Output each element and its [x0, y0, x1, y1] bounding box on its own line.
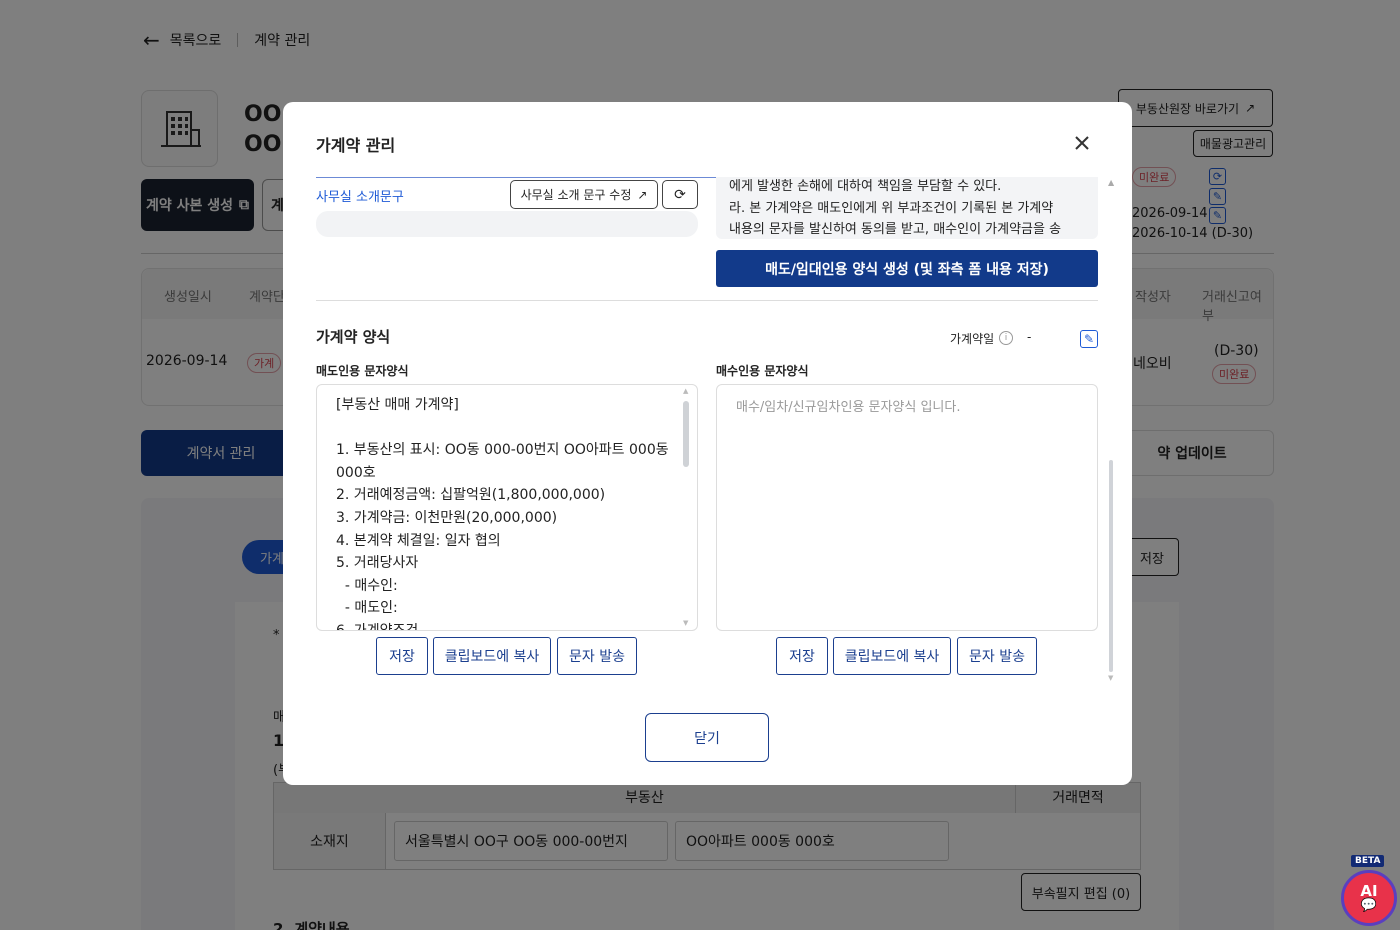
contract-date-value: - — [1027, 330, 1032, 344]
seller-save-label: 저장 — [389, 649, 415, 665]
seller-line: - 매수인: — [336, 577, 398, 594]
section-divider — [316, 300, 1098, 301]
ai-assistant-button[interactable]: AI 💬 — [1341, 870, 1397, 926]
beta-badge: BETA — [1351, 855, 1385, 867]
refresh-button[interactable]: ⟳ — [662, 180, 698, 209]
scroll-up-icon[interactable]: ▲ — [683, 387, 688, 395]
external-link-icon: ↗ — [637, 187, 648, 202]
buyer-form-label: 매수인용 문자양식 — [716, 364, 809, 378]
modal-close-label: 닫기 — [694, 730, 720, 747]
buyer-save-button[interactable]: 저장 — [776, 637, 828, 675]
office-intro-edit-button[interactable]: 사무실 소개 문구 수정 ↗ — [510, 180, 658, 209]
seller-line: 4. 본계약 체결일: 일자 협의 — [336, 532, 501, 549]
seller-copy-button[interactable]: 클립보드에 복사 — [433, 637, 551, 675]
seller-copy-label: 클립보드에 복사 — [444, 649, 540, 665]
seller-message-content: [부동산 매매 가계약] 1. 부동산의 표시: OO동 000-00번지 OO… — [336, 394, 681, 631]
office-intro-label: 사무실 소개문구 — [316, 190, 404, 205]
seller-line: - 매도인: — [336, 600, 398, 617]
buyer-copy-label: 클립보드에 복사 — [844, 649, 940, 665]
seller-form-label: 매도인용 문자양식 — [316, 364, 409, 378]
seller-line: 000호 — [336, 464, 376, 481]
seller-save-button[interactable]: 저장 — [376, 637, 428, 675]
edit-date-icon[interactable]: ✎ — [1080, 330, 1098, 348]
ai-label: AI — [1360, 882, 1378, 900]
seller-send-label: 문자 발송 — [569, 649, 625, 665]
preview-scroll-up-icon[interactable]: ▲ — [1108, 178, 1114, 187]
generate-seller-form-button[interactable]: 매도/임대인용 양식 생성 (및 좌측 폼 내용 저장) — [716, 250, 1098, 287]
provisional-contract-modal: 가계약 관리 사무실 소개문구 사무실 소개 문구 수정 ↗ ⟳ 에게 발생한 … — [283, 102, 1132, 785]
generate-seller-form-label: 매도/임대인용 양식 생성 (및 좌측 폼 내용 저장) — [765, 261, 1049, 278]
chat-bubble-icon: 💬 — [1360, 898, 1378, 913]
seller-line: 2. 거래예정금액: 십팔억원(1,800,000,000) — [336, 487, 606, 504]
modal-scrollbar-track[interactable] — [1109, 460, 1113, 672]
buyer-send-label: 문자 발송 — [969, 649, 1025, 665]
buyer-send-button[interactable]: 문자 발송 — [957, 637, 1037, 675]
scroll-down-icon[interactable]: ▼ — [683, 619, 688, 627]
preview-line: 내용의 문자를 발신하여 동의를 받고, 매수인이 가계약금을 송 — [729, 222, 1062, 237]
modal-title: 가계약 관리 — [316, 136, 396, 155]
seller-line: 3. 가계약금: 이천만원(20,000,000) — [336, 509, 558, 526]
preview-box: 에게 발생한 손해에 대하여 책임을 부담할 수 있다. 라. 본 가계약은 매… — [716, 177, 1098, 239]
section-title: 가계약 양식 — [316, 328, 391, 346]
info-icon: i — [999, 331, 1013, 345]
buyer-copy-button[interactable]: 클립보드에 복사 — [833, 637, 951, 675]
seller-line: 6. 가계약조건 — [336, 622, 419, 631]
modal-scroll-down-icon[interactable]: ▼ — [1108, 674, 1113, 682]
close-icon[interactable] — [1071, 132, 1093, 154]
preview-line: 라. 본 가계약은 매도인에게 위 부과조건이 기록된 본 가계약 — [729, 201, 1054, 216]
refresh-icon: ⟳ — [674, 186, 686, 203]
seller-line: [부동산 매매 가계약] — [336, 397, 459, 413]
seller-line: 1. 부동산의 표시: OO동 000-00번지 OO아파트 000동 — [336, 442, 669, 459]
modal-close-button[interactable]: 닫기 — [645, 713, 769, 762]
seller-line: 5. 거래당사자 — [336, 555, 419, 572]
office-intro-edit-label: 사무실 소개 문구 수정 — [520, 188, 632, 202]
seller-send-button[interactable]: 문자 발송 — [557, 637, 637, 675]
preview-line: 에게 발생한 손해에 대하여 책임을 부담할 수 있다. — [729, 179, 1002, 194]
seller-message-textarea[interactable]: [부동산 매매 가계약] 1. 부동산의 표시: OO동 000-00번지 OO… — [316, 384, 698, 631]
office-intro-field[interactable] — [316, 211, 698, 237]
contract-date-label: 가계약일 — [950, 332, 995, 346]
seller-scrollbar[interactable] — [683, 401, 689, 467]
buyer-placeholder: 매수/임차/신규임차인용 문자양식 입니다. — [736, 400, 961, 415]
buyer-message-textarea[interactable]: 매수/임차/신규임차인용 문자양식 입니다. — [716, 384, 1098, 631]
buyer-save-label: 저장 — [789, 649, 815, 665]
seller-line — [336, 417, 681, 440]
